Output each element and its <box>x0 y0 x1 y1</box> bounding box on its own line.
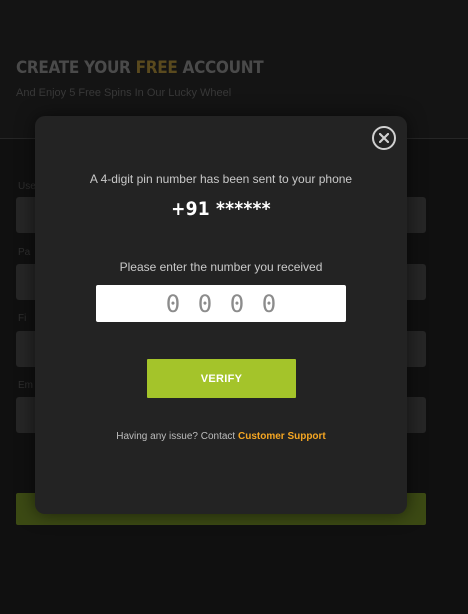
page-subtitle: And Enjoy 5 Free Spins In Our Lucky Whee… <box>16 87 232 99</box>
page-title-accent: FREE <box>135 58 178 78</box>
masked-phone-number: +91 ****** <box>171 198 271 220</box>
field-label-password: Pa <box>18 247 31 258</box>
close-icon <box>379 133 389 143</box>
pin-sent-message: A 4-digit pin number has been sent to yo… <box>89 172 353 186</box>
field-label-first-name: Fi <box>18 313 27 324</box>
page-title: CREATE YOUR FREE ACCOUNT <box>16 58 264 78</box>
pin-digit-2[interactable]: 0 <box>189 290 221 318</box>
pin-verification-modal: A 4-digit pin number has been sent to yo… <box>35 116 407 514</box>
pin-digit-4[interactable]: 0 <box>253 290 285 318</box>
enter-pin-prompt: Please enter the number you received <box>119 260 323 274</box>
support-line: Having any issue? Contact Customer Suppo… <box>35 431 407 442</box>
close-button[interactable] <box>372 126 396 150</box>
pin-digit-1[interactable]: 0 <box>157 290 189 318</box>
pin-digit-3[interactable]: 0 <box>221 290 253 318</box>
verify-button[interactable]: VERIFY <box>147 359 296 398</box>
pin-input[interactable]: 0 0 0 0 <box>96 285 346 322</box>
customer-support-link[interactable]: Customer Support <box>238 431 326 442</box>
support-text: Having any issue? Contact <box>116 431 236 442</box>
page-title-prefix: CREATE YOUR <box>16 58 131 78</box>
field-label-email: Em <box>18 380 33 391</box>
page-title-suffix: ACCOUNT <box>182 58 264 78</box>
